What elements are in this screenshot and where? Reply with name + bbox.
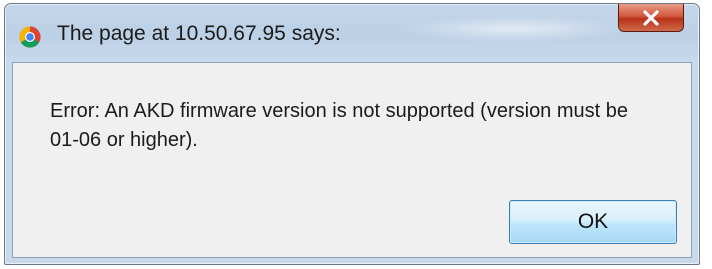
- error-message: Error: An AKD firmware version is not su…: [50, 100, 629, 151]
- alert-dialog: The page at 10.50.67.95 says: Error: An …: [4, 3, 700, 265]
- dialog-body: Error: An AKD firmware version is not su…: [12, 62, 692, 258]
- chrome-icon: [19, 26, 41, 48]
- ok-button[interactable]: OK: [509, 200, 677, 244]
- dialog-title: The page at 10.50.67.95 says:: [57, 22, 341, 45]
- close-button[interactable]: [618, 4, 684, 32]
- title-bar[interactable]: The page at 10.50.67.95 says:: [5, 4, 699, 61]
- close-icon: [643, 9, 659, 26]
